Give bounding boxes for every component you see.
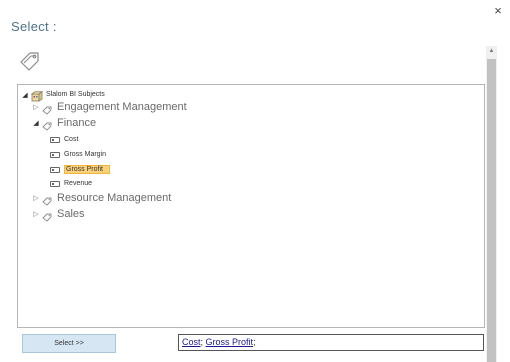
tree-node-revenue[interactable]: Revenue <box>50 180 92 187</box>
measure-icon <box>50 136 60 143</box>
tag-icon[interactable] <box>18 49 42 73</box>
tree-label: Sales <box>57 208 85 220</box>
tree-node-gross-margin[interactable]: Gross Margin <box>50 151 106 158</box>
collapsed-arrow-icon[interactable]: ▷ <box>32 103 40 111</box>
tree-label: Gross Profit <box>64 165 110 174</box>
cube-icon <box>30 89 44 102</box>
tree-node-resource-management[interactable]: ▷ Resource Management <box>32 192 172 206</box>
tag-icon <box>42 193 52 206</box>
tree-node-cost[interactable]: Cost <box>50 136 78 143</box>
tree-node-finance[interactable]: ◢ Finance <box>32 117 97 131</box>
tag-icon <box>42 118 52 131</box>
tree-label: Resource Management <box>57 192 172 204</box>
tree-label: Revenue <box>64 180 93 187</box>
tree-label: Finance <box>57 117 97 129</box>
collapsed-arrow-icon[interactable]: ▷ <box>32 210 40 218</box>
scrollbar[interactable]: ▲ <box>486 46 497 362</box>
tree-node-engagement-management[interactable]: ▷ Engagement Management <box>32 101 187 115</box>
subject-tree[interactable]: ◢ Slalom BI Subjects ▷ Engagement Manage… <box>17 84 485 328</box>
tag-icon <box>42 102 52 115</box>
selected-item-link[interactable]: Cost <box>182 337 201 347</box>
scroll-up-icon[interactable]: ▲ <box>486 46 497 57</box>
measure-icon <box>50 180 60 187</box>
measure-icon <box>50 166 60 173</box>
expanded-arrow-icon[interactable]: ◢ <box>32 119 40 127</box>
tag-icon <box>42 209 52 222</box>
measure-icon <box>50 151 60 158</box>
expanded-arrow-icon[interactable]: ◢ <box>21 91 29 99</box>
selection-box[interactable]: Cost; Gross Profit; <box>178 334 484 351</box>
tree-node-sales[interactable]: ▷ Sales <box>32 208 85 222</box>
select-button[interactable]: Select >> <box>22 334 116 353</box>
tree-node-root[interactable]: ◢ Slalom BI Subjects <box>21 89 105 102</box>
selected-item-link[interactable]: Gross Profit <box>206 337 254 347</box>
close-icon[interactable]: × <box>491 4 505 18</box>
tree-node-gross-profit[interactable]: Gross Profit <box>50 165 110 174</box>
tree-label: Slalom BI Subjects <box>46 91 105 98</box>
dialog-title: Select : <box>11 19 57 34</box>
tree-label: Gross Margin <box>64 151 107 158</box>
selection-separator: ; <box>253 337 256 347</box>
tree-label: Engagement Management <box>57 101 187 113</box>
tree-label: Cost <box>64 136 79 143</box>
scroll-thumb[interactable] <box>487 59 496 362</box>
collapsed-arrow-icon[interactable]: ▷ <box>32 194 40 202</box>
selection-separator: ; <box>200 337 204 347</box>
